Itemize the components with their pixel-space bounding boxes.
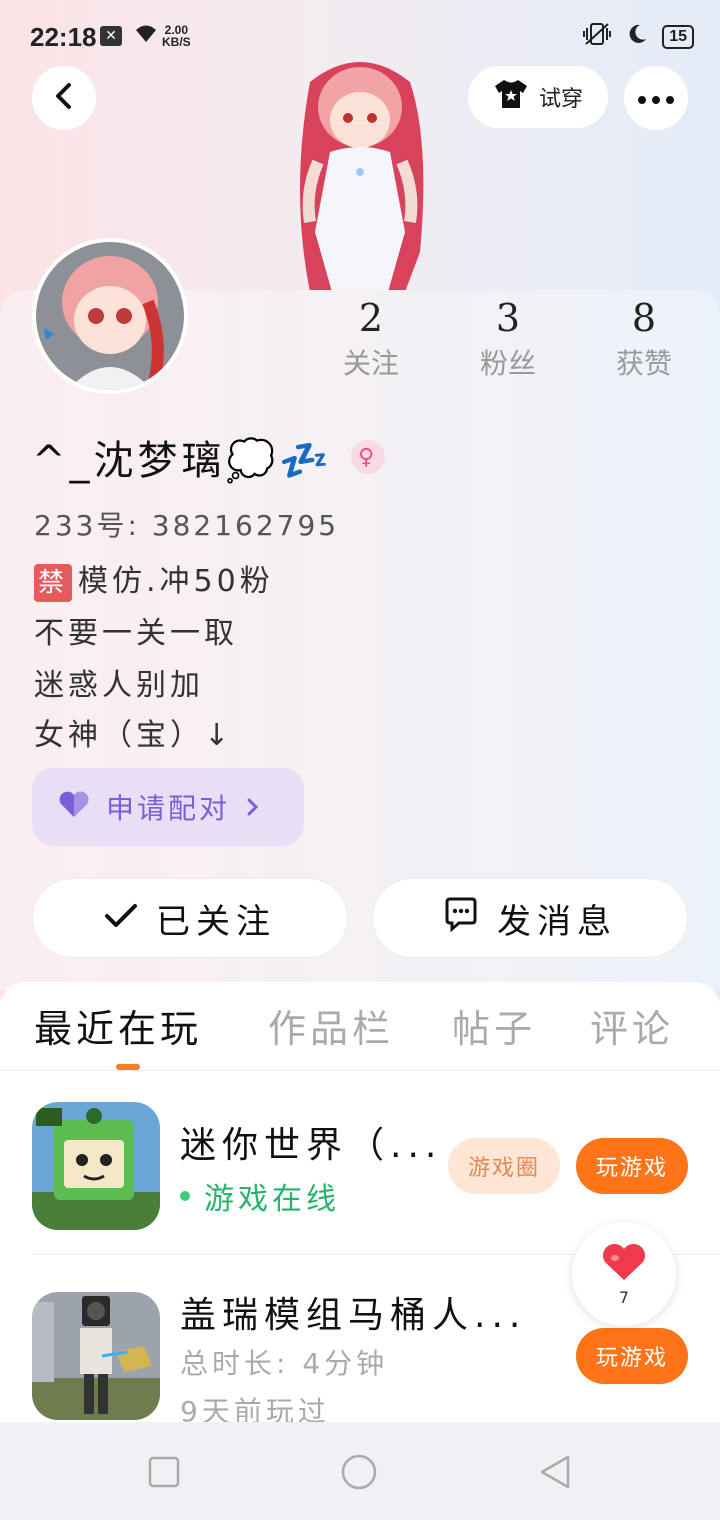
back-nav-button[interactable] [538, 1454, 572, 1494]
like-float-button[interactable]: 7 [572, 1222, 676, 1326]
try-on-button[interactable]: 试穿 [468, 66, 608, 128]
tab-comments[interactable]: 评论 [590, 998, 674, 1053]
bio-line-4: 女神（宝）↓ [34, 718, 234, 753]
apply-pair-label: 申请配对 [106, 792, 231, 825]
home-button[interactable] [340, 1453, 378, 1495]
stat-following[interactable]: 2 关注 [316, 296, 426, 388]
game-play-duration: 总时长: 4分钟 [180, 1347, 389, 1380]
likes-label: 获赞 [615, 347, 672, 380]
online-dot-icon [180, 1191, 190, 1201]
heart-icon [58, 790, 90, 825]
tab-posts[interactable]: 帖子 [452, 998, 536, 1053]
user-id: 233号: 382162795 [34, 509, 340, 542]
apply-pair-button[interactable]: 申请配对 [32, 768, 304, 846]
game-online-status: 游戏在线 [180, 1174, 340, 1218]
tab-works[interactable]: 作品栏 [268, 998, 394, 1053]
bio-line-3: 迷惑人别加 [34, 668, 204, 703]
following-label: 关注 [342, 347, 399, 380]
tab-bar: 最近在玩 作品栏 帖子 评论 [0, 982, 720, 1071]
chat-bubble-icon [443, 896, 479, 941]
try-on-label: 试穿 [538, 87, 583, 112]
back-button[interactable] [32, 66, 96, 130]
check-icon [104, 898, 138, 938]
game-icon-mini-world[interactable] [32, 1102, 160, 1230]
status-time: 22:18 [30, 22, 97, 52]
moon-icon [626, 23, 648, 51]
stat-fans[interactable]: 3 粉丝 [453, 296, 563, 388]
play-game-button[interactable]: 玩游戏 [576, 1138, 688, 1194]
more-dots-icon [638, 89, 674, 108]
like-count: 7 [618, 1287, 630, 1307]
female-gender-icon: ♀ [351, 440, 386, 474]
chevron-right-icon [246, 791, 260, 824]
bio-line-2: 不要一关一取 [34, 616, 238, 651]
game-title[interactable]: 盖瑞模组马桶人... [180, 1286, 520, 1338]
shirt-icon [493, 78, 529, 116]
send-message-button[interactable]: 发消息 [372, 878, 688, 958]
followed-label: 已关注 [156, 901, 276, 942]
username: ^_沈梦璃💭💤 [32, 438, 334, 484]
send-message-label: 发消息 [497, 901, 617, 942]
ban-badge: 禁 [34, 563, 72, 602]
heart-icon [601, 1242, 647, 1286]
system-nav-bar [0, 1422, 720, 1520]
wifi-icon [133, 22, 159, 50]
vibrate-icon [582, 22, 612, 52]
fans-label: 粉丝 [479, 347, 536, 380]
followed-button[interactable]: 已关注 [32, 878, 348, 958]
chevron-left-icon [52, 82, 76, 114]
following-count: 2 [358, 296, 384, 340]
game-title[interactable]: 迷你世界（... [180, 1116, 440, 1168]
more-button[interactable] [624, 66, 688, 130]
tab-indicator [116, 1064, 140, 1070]
recent-apps-button[interactable] [148, 1456, 180, 1492]
username-row: ^_沈梦璃💭💤 ♀ [32, 428, 386, 486]
bio-line-1: 禁模仿.冲50粉 [34, 556, 274, 602]
notification-x-icon: ✕ [100, 26, 122, 46]
character-showcase[interactable] [270, 52, 450, 292]
stat-likes[interactable]: 8 获赞 [589, 296, 699, 388]
game-icon-toilet-mod[interactable] [32, 1292, 160, 1420]
avatar[interactable] [32, 238, 188, 394]
likes-count: 8 [631, 296, 657, 340]
fans-count: 3 [495, 296, 521, 340]
game-circle-button[interactable]: 游戏圈 [448, 1138, 560, 1194]
battery-icon: 15 [662, 25, 694, 49]
network-speed: 2.00 KB/S [162, 23, 191, 49]
tab-recently-played[interactable]: 最近在玩 [34, 998, 202, 1053]
play-game-button[interactable]: 玩游戏 [576, 1328, 688, 1384]
